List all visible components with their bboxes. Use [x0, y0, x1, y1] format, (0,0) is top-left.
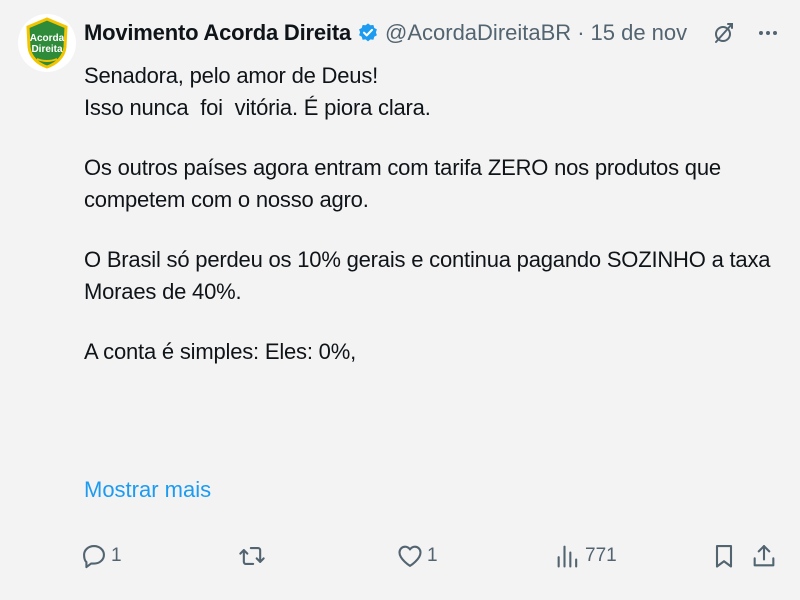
tweet-header: Movimento Acorda Direita @AcordaDireitaB… [84, 16, 780, 50]
action-bar: 1 1 771 [80, 536, 780, 576]
views-icon [557, 545, 578, 568]
views-button[interactable]: 771 [554, 536, 617, 576]
share-button[interactable] [750, 536, 778, 576]
like-count: 1 [427, 545, 438, 566]
acorda-direita-logo-icon: Acorda Direita [26, 17, 68, 69]
avatar-text-2: Direita [31, 44, 63, 55]
tweet-line: A conta é simples: Eles: 0%, [84, 339, 356, 364]
tweet-line: O Brasil só perdeu os 10% gerais e conti… [84, 247, 771, 272]
tweet-text: Senadora, pelo amor de Deus! Isso nunca … [84, 60, 774, 368]
verified-badge-icon[interactable] [357, 22, 379, 44]
reply-count: 1 [111, 545, 122, 566]
header-separator: · [577, 20, 585, 45]
reply-button[interactable]: 1 [80, 536, 122, 576]
show-more-link[interactable]: Mostrar mais [84, 474, 211, 506]
retweet-icon [239, 547, 265, 565]
handle[interactable]: @AcordaDireitaBR [385, 20, 571, 46]
bookmark-button[interactable] [710, 536, 738, 576]
more-icon[interactable] [756, 21, 780, 45]
header-actions [712, 16, 780, 50]
tweet-line: Os outros países agora entram com tarifa… [84, 155, 721, 180]
avatar-text-1: Acorda [30, 33, 65, 44]
like-icon [398, 545, 422, 567]
grok-icon[interactable] [712, 21, 736, 45]
retweet-button[interactable] [238, 536, 269, 576]
reply-icon [83, 545, 105, 569]
tweet-card[interactable]: Acorda Direita Movimento Acorda Direita … [0, 0, 800, 600]
share-icon [753, 545, 775, 567]
bookmark-icon [715, 545, 733, 568]
tweet-line: Senadora, pelo amor de Deus! [84, 63, 379, 88]
avatar[interactable]: Acorda Direita [18, 14, 76, 72]
views-count: 771 [585, 545, 617, 566]
tweet-line: Isso nunca foi vitória. É piora clara. [84, 95, 431, 120]
display-name[interactable]: Movimento Acorda Direita [84, 20, 351, 46]
tweet-line: competem com o nosso agro. [84, 187, 369, 212]
tweet-line: Moraes de 40%. [84, 279, 242, 304]
timestamp[interactable]: 15 de nov [591, 20, 688, 46]
like-button[interactable]: 1 [396, 536, 438, 576]
